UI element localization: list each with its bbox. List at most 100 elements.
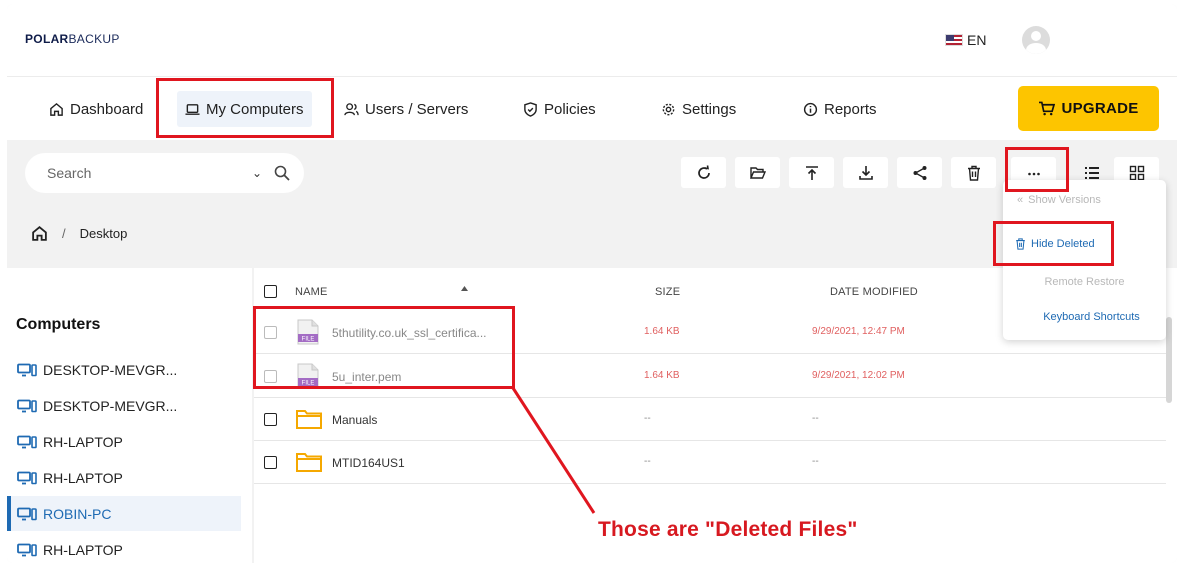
row-checkbox[interactable] — [264, 326, 277, 339]
refresh-button[interactable] — [681, 157, 726, 188]
file-type-badge: FILE — [302, 337, 315, 343]
computer-label: RH-LAPTOP — [43, 433, 123, 450]
computer-label: ROBIN-PC — [43, 505, 112, 522]
menu-item-show-versions[interactable]: « Show Versions — [1003, 194, 1166, 206]
computer-item[interactable]: RH-LAPTOP — [7, 532, 241, 563]
shield-icon — [524, 101, 537, 117]
nav-reports[interactable]: Reports — [795, 91, 885, 127]
column-header-size[interactable]: SIZE — [655, 286, 680, 298]
table-row[interactable]: MTID164US1 -- -- — [254, 441, 1166, 484]
chevron-down-icon[interactable]: ⌄ — [252, 166, 262, 180]
file-date: -- — [812, 413, 819, 424]
breadcrumb-separator: / — [62, 226, 66, 241]
file-size: 1.64 KB — [644, 370, 680, 381]
computer-icon — [17, 363, 37, 376]
file-name[interactable]: Manuals — [332, 413, 377, 427]
open-folder-icon — [749, 166, 766, 179]
file-size: -- — [644, 413, 651, 424]
computer-item[interactable]: DESKTOP-MEVGR... — [7, 388, 241, 423]
folder-icon — [296, 410, 322, 429]
file-name[interactable]: MTID164US1 — [332, 456, 405, 470]
language-label: EN — [967, 32, 987, 48]
column-header-name[interactable]: NAME — [295, 286, 328, 298]
computer-label: RH-LAPTOP — [43, 469, 123, 486]
computer-icon — [17, 507, 37, 520]
computer-icon — [17, 543, 37, 556]
computer-item[interactable]: RH-LAPTOP — [7, 424, 241, 459]
nav-users-servers[interactable]: Users / Servers — [336, 91, 476, 127]
table-scrollbar[interactable] — [1166, 317, 1172, 403]
file-name[interactable]: 5u_inter.pem — [332, 370, 401, 384]
menu-item-keyboard-shortcuts[interactable]: Keyboard Shortcuts — [1003, 311, 1166, 323]
share-button[interactable] — [897, 157, 942, 188]
download-button[interactable] — [843, 157, 888, 188]
more-icon — [1027, 172, 1040, 175]
nav-settings[interactable]: Settings — [653, 91, 744, 127]
double-chevron-left-icon: « — [1017, 194, 1024, 206]
row-checkbox[interactable] — [264, 456, 277, 469]
search-icon[interactable] — [274, 165, 290, 181]
user-avatar[interactable] — [1022, 26, 1050, 54]
app-window: POLARBACKUP EN Dashboard My Computers Us… — [7, 4, 1177, 563]
grid-view-icon — [1129, 165, 1144, 180]
refresh-icon — [697, 164, 710, 179]
language-selector[interactable]: EN — [945, 32, 986, 48]
nav-dashboard[interactable]: Dashboard — [41, 91, 151, 127]
table-row[interactable]: FILE 5u_inter.pem 1.64 KB 9/29/2021, 12:02 … — [254, 355, 1166, 398]
gear-icon — [662, 103, 675, 115]
folder-icon — [296, 453, 322, 472]
row-checkbox[interactable] — [264, 413, 277, 426]
computer-label: RH-LAPTOP — [43, 541, 123, 558]
main-nav: Dashboard My Computers Users / Servers P… — [7, 76, 1177, 140]
sort-ascending-icon[interactable] — [461, 286, 468, 291]
cart-icon — [1039, 101, 1056, 116]
row-checkbox[interactable] — [264, 370, 277, 383]
trash-icon — [1016, 238, 1025, 250]
home-icon — [50, 102, 63, 116]
upgrade-button[interactable]: UPGRADE — [1018, 86, 1159, 131]
breadcrumb-current[interactable]: Desktop — [80, 226, 128, 241]
us-flag-icon — [945, 34, 963, 46]
nav-my-computers[interactable]: My Computers — [177, 91, 312, 127]
computer-icon — [17, 435, 37, 448]
menu-item-hide-deleted[interactable]: Hide Deleted — [1003, 238, 1166, 250]
file-date: 9/29/2021, 12:47 PM — [812, 326, 905, 337]
breadcrumb: / Desktop — [31, 225, 127, 242]
computer-item[interactable]: RH-LAPTOP — [7, 460, 241, 495]
file-size: -- — [644, 456, 651, 467]
file-icon: FILE — [297, 319, 319, 345]
sidebar-title: Computers — [16, 316, 101, 333]
upload-button[interactable] — [789, 157, 834, 188]
file-type-badge: FILE — [302, 381, 315, 387]
menu-item-remote-restore[interactable]: Remote Restore — [1003, 276, 1166, 288]
download-icon — [858, 165, 873, 180]
computers-sidebar: Computers DESKTOP-MEVGR... DESKTOP-MEVGR.… — [7, 268, 252, 563]
upload-icon — [805, 165, 818, 180]
polarbackup-logo[interactable]: POLARBACKUP — [25, 32, 120, 46]
computer-icon — [17, 399, 37, 412]
search-input[interactable] — [47, 165, 252, 181]
laptop-icon — [185, 103, 200, 115]
users-icon — [344, 102, 359, 115]
file-size: 1.64 KB — [644, 326, 680, 337]
trash-icon — [967, 165, 980, 181]
computer-item[interactable]: ROBIN-PC — [7, 496, 241, 531]
table-row[interactable]: Manuals -- -- — [254, 398, 1166, 441]
file-icon: FILE — [297, 363, 319, 389]
nav-policies[interactable]: Policies — [515, 91, 604, 127]
file-date: -- — [812, 456, 819, 467]
select-all-checkbox[interactable] — [264, 285, 277, 298]
file-date: 9/29/2021, 12:02 PM — [812, 370, 905, 381]
home-icon[interactable] — [31, 225, 48, 242]
computer-item[interactable]: DESKTOP-MEVGR... — [7, 352, 241, 387]
file-name[interactable]: 5thutility.co.uk_ssl_certifica... — [332, 326, 487, 340]
open-folder-button[interactable] — [735, 157, 780, 188]
more-menu: « Show Versions Hide Deleted Remote Rest… — [1003, 180, 1166, 340]
list-view-icon — [1084, 166, 1099, 179]
computer-label: DESKTOP-MEVGR... — [43, 361, 178, 378]
annotation-label: Those are "Deleted Files" — [598, 518, 858, 541]
info-icon — [803, 102, 818, 116]
top-bar: POLARBACKUP EN — [7, 4, 1177, 76]
delete-button[interactable] — [951, 157, 996, 188]
column-header-date[interactable]: DATE MODIFIED — [830, 286, 918, 298]
